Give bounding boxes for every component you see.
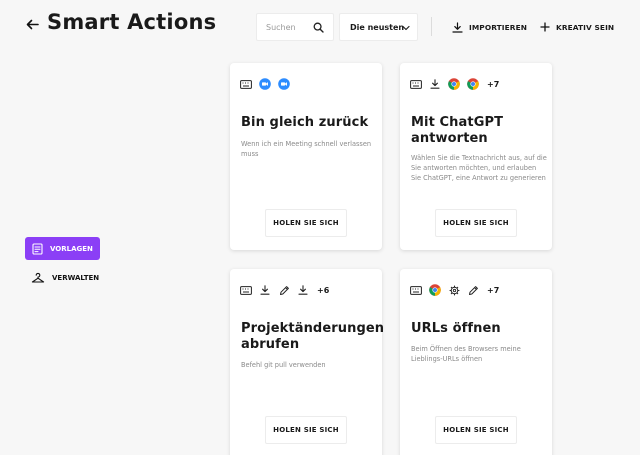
import-button[interactable]: IMPORTIEREN <box>452 17 527 37</box>
hanger-icon <box>31 272 45 283</box>
chrome-icon <box>429 284 441 296</box>
template-card[interactable]: +6 Projektänderungen abrufen Befehl git … <box>230 269 385 455</box>
template-icon <box>32 242 43 255</box>
pencil-icon <box>467 284 479 296</box>
pencil-icon <box>278 284 290 296</box>
create-button-label: KREATIV SEIN <box>556 22 615 32</box>
download-icon <box>297 284 309 296</box>
get-template-button[interactable]: HOLEN SIE SICH <box>435 209 517 237</box>
template-card[interactable]: Bin gleich zurück Wenn ich ein Meeting s… <box>230 63 382 250</box>
keyboard-icon <box>410 78 422 90</box>
sidebar-item-templates[interactable]: VORLAGEN <box>25 237 100 260</box>
zoom-icon <box>259 78 271 90</box>
card-title: Bin gleich zurück <box>241 115 369 130</box>
card-title: Projektänderungen abrufen <box>241 321 385 352</box>
import-button-label: IMPORTIEREN <box>469 22 528 32</box>
card-app-icons: +7 <box>410 284 499 296</box>
card-description: Wenn ich ein Meeting schnell verlassen m… <box>241 140 372 158</box>
zoom-icon <box>278 78 290 90</box>
card-app-icons <box>240 78 297 90</box>
sidebar-item-label: VERWALTEN <box>52 273 100 282</box>
more-apps-count: +7 <box>487 285 500 295</box>
chrome-icon <box>448 78 460 90</box>
arrow-left-icon <box>26 19 39 29</box>
download-icon <box>429 78 441 90</box>
page-title: Smart Actions <box>47 10 217 34</box>
card-title: Mit ChatGPT antworten <box>411 115 504 146</box>
chevron-down-icon <box>402 25 410 31</box>
download-icon <box>452 21 463 33</box>
get-template-button[interactable]: HOLEN SIE SICH <box>435 416 517 444</box>
keyboard-icon <box>240 284 252 296</box>
card-title: URLs öffnen <box>411 321 501 336</box>
card-app-icons: +7 <box>410 78 499 90</box>
card-description: Beim Öffnen des Browsers meine Lieblings… <box>411 345 521 363</box>
card-description: Befehl git pull verwenden <box>241 361 326 369</box>
more-apps-count: +7 <box>487 79 500 89</box>
sidebar-item-manage[interactable]: VERWALTEN <box>25 266 100 289</box>
get-template-button[interactable]: HOLEN SIE SICH <box>265 416 347 444</box>
card-description: Wählen Sie die Textnachricht aus, auf di… <box>411 154 547 182</box>
sidebar-item-label: VORLAGEN <box>50 244 93 253</box>
more-apps-count: +6 <box>317 285 330 295</box>
keyboard-icon <box>410 284 422 296</box>
search-input[interactable] <box>266 22 318 32</box>
back-button[interactable] <box>26 14 42 34</box>
sort-dropdown-label: Die neusten <box>350 22 405 32</box>
search-box[interactable] <box>256 13 334 41</box>
get-template-button[interactable]: HOLEN SIE SICH <box>265 209 347 237</box>
template-card[interactable]: +7 URLs öffnen Beim Öffnen des Browsers … <box>400 269 552 455</box>
template-card[interactable]: +7 Mit ChatGPT antworten Wählen Sie die … <box>400 63 552 250</box>
header: Smart Actions Die neusten IMPORTIEREN KR… <box>0 0 640 50</box>
download-icon <box>259 284 271 296</box>
search-icon[interactable] <box>313 22 324 33</box>
sort-dropdown[interactable]: Die neusten <box>339 13 418 41</box>
header-divider <box>431 17 432 36</box>
keyboard-icon <box>240 78 252 90</box>
card-app-icons: +6 <box>240 284 329 296</box>
create-button[interactable]: KREATIV SEIN <box>540 17 614 37</box>
gear-icon <box>448 284 460 296</box>
plus-icon <box>540 22 550 32</box>
chrome-icon <box>467 78 479 90</box>
